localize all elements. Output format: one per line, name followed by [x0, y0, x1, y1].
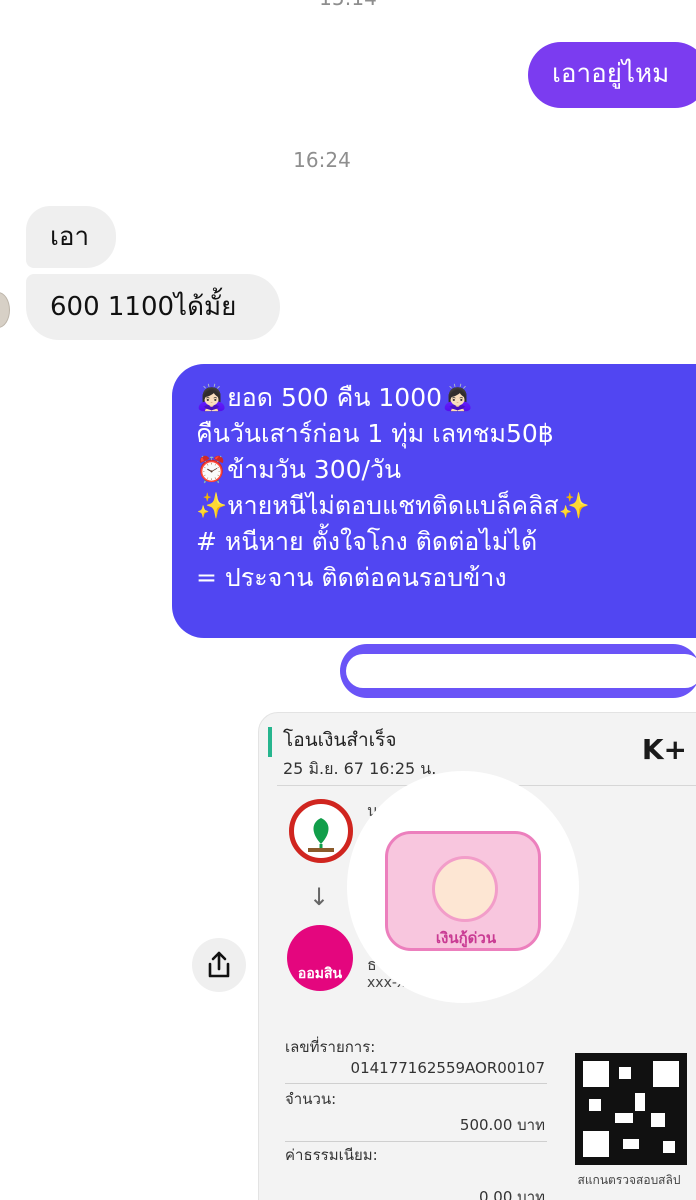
message-text: เอา	[50, 222, 90, 252]
message-line: # หนีหาย ตั้งใจโกง ติดต่อไม่ได้	[196, 527, 538, 556]
amount-label: จำนวน:	[285, 1090, 337, 1108]
outgoing-rules-message[interactable]: 🙇🏻‍♀️ยอด 500 คืน 1000🙇🏻‍♀️ คืนวันเสาร์ก่…	[172, 364, 696, 638]
redacted-message[interactable]	[340, 644, 696, 698]
incoming-message[interactable]: 600 1100ได้มั้ย	[26, 274, 280, 340]
redaction-mask	[346, 654, 696, 688]
message-line: 🙇🏻‍♀️ยอด 500 คืน 1000🙇🏻‍♀️	[196, 383, 474, 412]
share-button[interactable]	[192, 938, 246, 992]
message-text: 600 1100ได้มั้ย	[50, 292, 237, 322]
share-icon	[208, 951, 230, 978]
outgoing-message[interactable]: เอาอยู่ไหม	[528, 42, 696, 108]
message-line: = ประจาน ติดต่อคนรอบข้าง	[196, 563, 507, 592]
qr-caption: สแกนตรวจสอบสลิป	[577, 1173, 681, 1187]
character-face	[432, 856, 498, 922]
fee-value: 0.00 บาท	[479, 1188, 545, 1200]
slip-title: โอนเงินสำเร็จ	[283, 729, 397, 751]
anime-girl-image: เงินกู้ด่วน	[385, 831, 541, 951]
gsb-bank-logo: ออมสิน	[287, 925, 353, 991]
kplus-logo: K+	[641, 733, 687, 766]
message-line: คืนวันเสาร์ก่อน 1 ทุ่ม เลทชม50฿	[196, 419, 554, 448]
message-text: เอาอยู่ไหม	[552, 59, 670, 89]
amount-value: 500.00 บาท	[459, 1116, 545, 1134]
divider	[285, 1141, 547, 1142]
kbank-logo	[289, 799, 353, 863]
transfer-slip-image[interactable]: โอนเงินสำเร็จ 25 มิ.ย. 67 16:25 น. K+ น …	[258, 712, 696, 1200]
message-line: ⏰ข้ามวัน 300/วัน	[196, 455, 402, 484]
slip-date: 25 มิ.ย. 67 16:25 น.	[283, 759, 437, 778]
ref-value: 014177162559AOR00107	[350, 1059, 545, 1077]
slip-accent-bar	[268, 727, 272, 757]
divider	[285, 1083, 547, 1084]
timestamp-mid: 16:24	[293, 148, 351, 172]
sticker-caption: เงินกู้ด่วน	[435, 929, 497, 947]
incoming-message[interactable]: เอา	[26, 206, 116, 268]
fee-label: ค่าธรรมเนียม:	[285, 1146, 378, 1164]
watermark-sticker: เงินกู้ด่วน	[347, 771, 579, 1003]
avatar[interactable]	[0, 292, 10, 328]
arrow-down-icon: ↓	[309, 883, 330, 911]
qr-code[interactable]	[575, 1053, 687, 1165]
ref-label: เลขที่รายการ:	[285, 1038, 376, 1056]
message-line: ✨หายหนีไม่ตอบแชทติดแบล็คลิส✨	[196, 491, 590, 520]
timestamp-top: 15:14	[0, 0, 696, 10]
